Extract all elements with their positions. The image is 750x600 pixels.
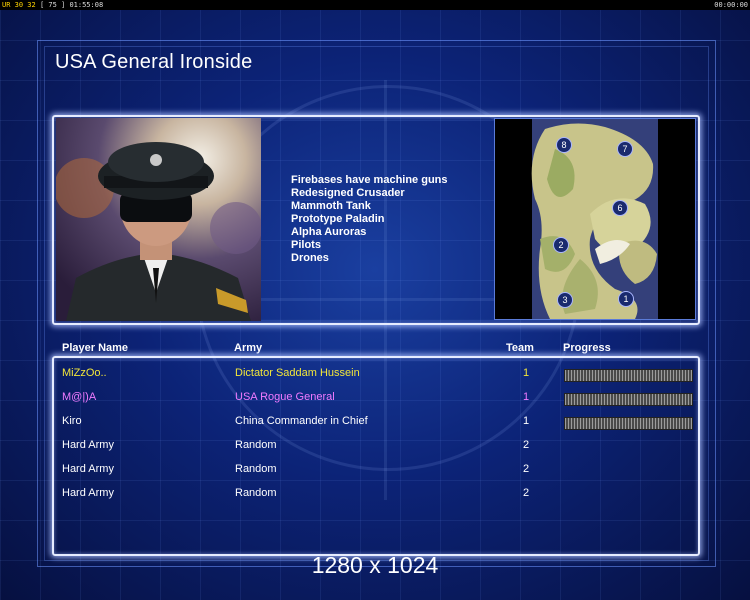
player-army: USA Rogue General <box>235 391 335 403</box>
resource-readout: UR 30 32 <box>2 1 36 9</box>
player-row[interactable]: MiZzOo.. Dictator Saddam Hussein 1 <box>0 363 750 383</box>
game-clock: 00:00:00 <box>714 1 748 9</box>
player-army: Random <box>235 463 277 475</box>
player-row[interactable]: Hard Army Random 2 <box>0 435 750 455</box>
status-bar-left: UR 30 32 [ 75 ] 01:55:08 <box>2 0 103 10</box>
player-army: Random <box>235 487 277 499</box>
elapsed-time: 01:55:08 <box>69 1 104 9</box>
players-panel <box>52 356 700 556</box>
general-features-list: Firebases have machine guns Redesigned C… <box>291 174 448 265</box>
feature-item: Redesigned Crusader <box>291 187 405 199</box>
column-header-team: Team <box>506 342 534 354</box>
page-title: USA General Ironside <box>55 51 253 73</box>
general-portrait <box>56 118 261 321</box>
status-bar: UR 30 32 [ 75 ] 01:55:08 00:00:00 <box>0 0 750 10</box>
feature-item: Prototype Paladin <box>291 213 385 225</box>
player-team: 1 <box>523 367 530 379</box>
start-position-marker[interactable]: 1 <box>618 291 634 307</box>
player-name: M@|)A <box>62 391 97 403</box>
loading-progress-bar <box>564 369 693 382</box>
player-row[interactable]: Kiro China Commander in Chief 1 <box>0 411 750 431</box>
player-army: China Commander in Chief <box>235 415 368 427</box>
player-team: 1 <box>523 391 530 403</box>
column-header-player-name: Player Name <box>62 342 129 354</box>
feature-item: Firebases have machine guns <box>291 174 448 186</box>
feature-item: Drones <box>291 252 329 264</box>
player-team: 2 <box>523 487 530 499</box>
player-army: Random <box>235 439 277 451</box>
player-army: Dictator Saddam Hussein <box>235 367 360 379</box>
start-position-marker[interactable]: 6 <box>612 200 628 216</box>
start-position-marker[interactable]: 8 <box>556 137 572 153</box>
column-header-army: Army <box>234 342 263 354</box>
player-team: 2 <box>523 439 530 451</box>
player-row[interactable]: Hard Army Random 2 <box>0 483 750 503</box>
player-name: Kiro <box>62 415 82 427</box>
player-name: Hard Army <box>62 439 114 451</box>
fps-readout: [ 75 ] <box>39 1 66 9</box>
feature-item: Alpha Auroras <box>291 226 367 238</box>
start-position-marker[interactable]: 2 <box>553 237 569 253</box>
loading-progress-bar <box>564 393 693 406</box>
player-name: Hard Army <box>62 487 114 499</box>
feature-item: Pilots <box>291 239 321 251</box>
player-row[interactable]: M@|)A USA Rogue General 1 <box>0 387 750 407</box>
player-row[interactable]: Hard Army Random 2 <box>0 459 750 479</box>
player-name: MiZzOo.. <box>62 367 107 379</box>
start-position-marker[interactable]: 3 <box>557 292 573 308</box>
map-preview[interactable]: 8 7 6 2 3 1 <box>494 118 696 320</box>
feature-item: Mammoth Tank <box>291 200 371 212</box>
player-team: 2 <box>523 463 530 475</box>
column-header-progress: Progress <box>563 342 611 354</box>
player-name: Hard Army <box>62 463 114 475</box>
start-position-marker[interactable]: 7 <box>617 141 633 157</box>
resolution-label: 1280 x 1024 <box>311 552 439 578</box>
loading-progress-bar <box>564 417 693 430</box>
player-team: 1 <box>523 415 530 427</box>
